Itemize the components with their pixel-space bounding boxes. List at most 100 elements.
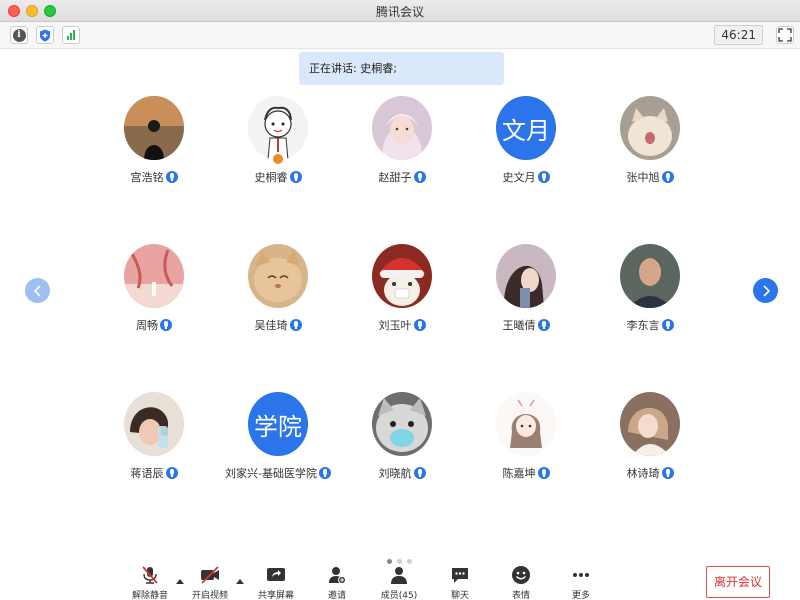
share-screen-button[interactable]: 共享屏幕: [246, 565, 306, 600]
avatar: 文月: [496, 96, 556, 160]
unmute-label: 解除静音: [131, 591, 168, 600]
mic-icon: [289, 319, 302, 331]
shield-icon[interactable]: [36, 26, 54, 44]
more-label: 更多: [571, 591, 590, 600]
more-button[interactable]: 更多: [551, 565, 611, 600]
invite-label: 邀请: [327, 591, 346, 600]
participant-name: 刘晓航: [378, 467, 412, 480]
avatar: [248, 96, 308, 160]
top-toolbar: i 46:21: [0, 22, 800, 49]
participant-tile[interactable]: 王曦倩: [464, 244, 588, 354]
members-button[interactable]: 成员(45): [369, 565, 429, 600]
avatar: [620, 392, 680, 456]
start-video-label: 开启视频: [191, 591, 228, 600]
participant-name: 林诗琦: [626, 467, 660, 480]
leave-meeting-button[interactable]: 离开会议: [706, 566, 770, 598]
chat-label: 聊天: [450, 591, 469, 600]
avatar: [124, 96, 184, 160]
avatar: [124, 392, 184, 456]
invite-icon: [307, 565, 367, 585]
mic-icon: [537, 467, 550, 479]
fullscreen-icon[interactable]: [776, 26, 794, 44]
start-video-button[interactable]: 开启视频: [180, 565, 240, 600]
participant-tile[interactable]: 周畅: [92, 244, 216, 354]
participant-tile[interactable]: 刘晓航: [340, 392, 464, 502]
video-options-caret-icon[interactable]: [236, 579, 244, 584]
avatar: [496, 244, 556, 308]
chevron-left-icon: [33, 284, 41, 297]
avatar: [620, 96, 680, 160]
avatar: [496, 392, 556, 456]
participant-tile[interactable]: 史桐睿: [216, 96, 340, 206]
host-badge-icon: [272, 153, 284, 165]
participant-name: 史桐睿: [254, 171, 288, 184]
participant-tile[interactable]: 文月 史文月: [464, 96, 588, 206]
participant-tile[interactable]: 张中旭: [588, 96, 712, 206]
bottom-toolbar: 解除静音 开启视频 共享屏幕 邀请 成员(45) 聊天 表情 更多: [0, 559, 800, 600]
participant-tile[interactable]: 学院 刘家兴-基础医学院: [216, 392, 340, 502]
emoji-icon: [491, 565, 551, 585]
avatar: [372, 96, 432, 160]
avatar: [620, 244, 680, 308]
participant-name: 周畅: [136, 319, 158, 332]
members-icon: [369, 565, 429, 585]
participant-tile[interactable]: 吴佳琦: [216, 244, 340, 354]
speaking-banner: 正在讲话: 史桐睿;: [299, 52, 504, 85]
participant-tile[interactable]: 林诗琦: [588, 392, 712, 502]
mic-icon: [413, 171, 426, 183]
share-screen-icon: [246, 565, 306, 585]
mic-icon: [318, 467, 331, 479]
mic-icon: [661, 319, 674, 331]
participant-tile[interactable]: 李东言: [588, 244, 712, 354]
more-icon: [551, 565, 611, 585]
share-screen-label: 共享屏幕: [257, 591, 294, 600]
participant-name: 刘家兴-基础医学院: [225, 467, 317, 480]
reactions-button[interactable]: 表情: [491, 565, 551, 600]
participant-name: 蒋语辰: [130, 467, 164, 480]
mic-icon: [160, 319, 172, 331]
next-page-button[interactable]: [753, 278, 778, 303]
avatar: [372, 244, 432, 308]
mic-icon: [413, 467, 426, 479]
participant-name: 张中旭: [626, 171, 660, 184]
mic-icon: [537, 171, 550, 183]
participant-name: 吴佳琦: [254, 319, 288, 332]
participant-name: 刘玉叶: [378, 319, 412, 332]
mic-icon: [165, 467, 178, 479]
invite-button[interactable]: 邀请: [307, 565, 367, 600]
meeting-timer: 46:21: [714, 25, 763, 45]
participant-name: 李东言: [626, 319, 660, 332]
avatar: [248, 244, 308, 308]
participant-name: 王曦倩: [502, 319, 536, 332]
participant-tile[interactable]: 蒋语辰: [92, 392, 216, 502]
mic-icon: [537, 319, 550, 331]
participant-name: 宫浩铭: [130, 171, 164, 184]
members-label: 成员(45): [380, 591, 418, 600]
mic-icon: [413, 319, 426, 331]
avatar: 学院: [248, 392, 308, 456]
signal-icon[interactable]: [62, 26, 80, 44]
info-icon[interactable]: i: [10, 26, 28, 44]
participant-tile[interactable]: 宫浩铭: [92, 96, 216, 206]
window-titlebar: 腾讯会议: [0, 0, 800, 22]
mic-icon: [661, 171, 674, 183]
participant-name: 陈嘉坤: [502, 467, 536, 480]
mic-muted-icon: [120, 565, 180, 585]
chevron-right-icon: [762, 284, 770, 297]
avatar: [124, 244, 184, 308]
participant-tile[interactable]: 赵甜子: [340, 96, 464, 206]
video-off-icon: [180, 565, 240, 585]
window-title: 腾讯会议: [375, 5, 424, 19]
participant-tile[interactable]: 陈嘉坤: [464, 392, 588, 502]
chat-button[interactable]: 聊天: [430, 565, 490, 600]
participant-name: 史文月: [502, 171, 536, 184]
participant-name: 赵甜子: [378, 171, 412, 184]
mic-icon: [661, 467, 674, 479]
prev-page-button[interactable]: [25, 278, 50, 303]
chat-icon: [430, 565, 490, 585]
unmute-button[interactable]: 解除静音: [120, 565, 180, 600]
participant-tile[interactable]: 刘玉叶: [340, 244, 464, 354]
avatar: [372, 392, 432, 456]
mic-icon: [289, 171, 302, 183]
reactions-label: 表情: [511, 591, 530, 600]
